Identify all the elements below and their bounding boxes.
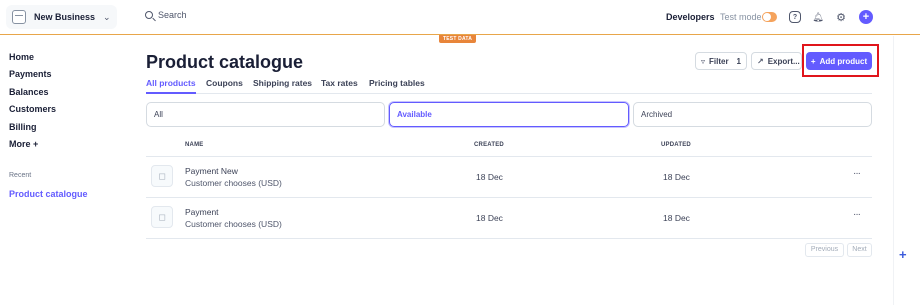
table-row[interactable]: ◻ Payment New Customer chooses (USD) 18 … <box>146 157 872 197</box>
sidebar-item-billing[interactable]: Billing <box>9 122 37 132</box>
tab-tax-rates[interactable]: Tax rates <box>321 78 358 94</box>
add-product-button[interactable]: + Add product <box>806 52 872 70</box>
top-bar: New Business ⌄ Search Developers Test mo… <box>0 0 920 35</box>
more-actions-icon[interactable]: ··· <box>853 209 861 220</box>
product-updated: 18 Dec <box>663 172 690 182</box>
developers-link[interactable]: Developers <box>666 12 715 22</box>
test-data-badge: TEST DATA <box>439 35 477 43</box>
create-plus-icon[interactable]: + <box>859 10 873 24</box>
column-header-updated[interactable]: UPDATED <box>661 142 691 148</box>
add-product-label: Add product <box>819 56 868 66</box>
business-switcher[interactable]: New Business ⌄ <box>6 5 117 29</box>
segment-available[interactable]: Available <box>389 102 629 127</box>
sidebar-item-product-catalogue[interactable]: Product catalogue <box>9 189 88 199</box>
column-header-created[interactable]: CREATED <box>474 142 504 148</box>
recent-heading: Recent <box>9 172 32 179</box>
row-divider <box>146 238 872 239</box>
search-bar[interactable]: Search <box>145 10 187 20</box>
product-box-icon: ◻ <box>151 206 173 228</box>
sidebar: Home Payments Balances Customers Billing… <box>0 36 124 305</box>
search-icon <box>145 11 153 19</box>
tab-coupons[interactable]: Coupons <box>206 78 243 94</box>
export-label: Export... <box>767 56 800 66</box>
test-mode-toggle[interactable] <box>762 12 777 22</box>
tab-all-products[interactable]: All products <box>146 78 196 94</box>
filter-icon: ▿ <box>701 56 706 66</box>
catalogue-tabs: All products Coupons Shipping rates Tax … <box>146 78 872 94</box>
add-panel-plus-icon[interactable]: + <box>899 247 907 262</box>
filter-label: Filter <box>709 56 729 66</box>
sidebar-item-balances[interactable]: Balances <box>9 87 49 97</box>
column-header-name[interactable]: NAME <box>185 142 203 148</box>
product-name[interactable]: Payment New <box>185 166 238 176</box>
product-name[interactable]: Payment <box>185 207 219 217</box>
right-panel-divider <box>893 36 894 305</box>
product-created: 18 Dec <box>476 213 503 223</box>
sidebar-item-payments[interactable]: Payments <box>9 69 52 79</box>
filter-count: 1 <box>736 56 741 66</box>
product-description: Customer chooses (USD) <box>185 219 282 229</box>
bell-icon[interactable]: 🔔︎ <box>812 11 824 23</box>
more-actions-icon[interactable]: ··· <box>853 168 861 179</box>
product-box-icon: ◻ <box>151 165 173 187</box>
sidebar-item-more[interactable]: More + <box>9 139 38 149</box>
export-button[interactable]: ↗ Export... <box>751 52 802 70</box>
sidebar-item-home[interactable]: Home <box>9 52 34 62</box>
product-created: 18 Dec <box>476 172 503 182</box>
gear-icon[interactable]: ⚙ <box>835 11 847 24</box>
tab-shipping-rates[interactable]: Shipping rates <box>253 78 312 94</box>
page-title: Product catalogue <box>146 52 304 72</box>
plus-icon: + <box>810 56 816 66</box>
test-mode-label: Test mode <box>720 12 762 22</box>
business-icon <box>12 10 26 24</box>
next-page-button[interactable]: Next <box>847 243 872 257</box>
product-updated: 18 Dec <box>663 213 690 223</box>
business-name: New Business <box>34 12 96 22</box>
product-description: Customer chooses (USD) <box>185 178 282 188</box>
previous-page-button[interactable]: Previous <box>805 243 844 257</box>
segment-archived[interactable]: Archived <box>633 102 872 127</box>
filter-button[interactable]: ▿ Filter 1 <box>695 52 747 70</box>
tab-pricing-tables[interactable]: Pricing tables <box>369 78 425 94</box>
search-placeholder: Search <box>158 10 187 20</box>
export-icon: ↗ <box>757 56 764 66</box>
segment-all[interactable]: All <box>146 102 385 127</box>
chevron-down-icon: ⌄ <box>103 11 111 22</box>
help-icon[interactable]: ? <box>789 11 801 23</box>
table-row[interactable]: ◻ Payment Customer chooses (USD) 18 Dec … <box>146 198 872 238</box>
sidebar-item-customers[interactable]: Customers <box>9 104 56 114</box>
